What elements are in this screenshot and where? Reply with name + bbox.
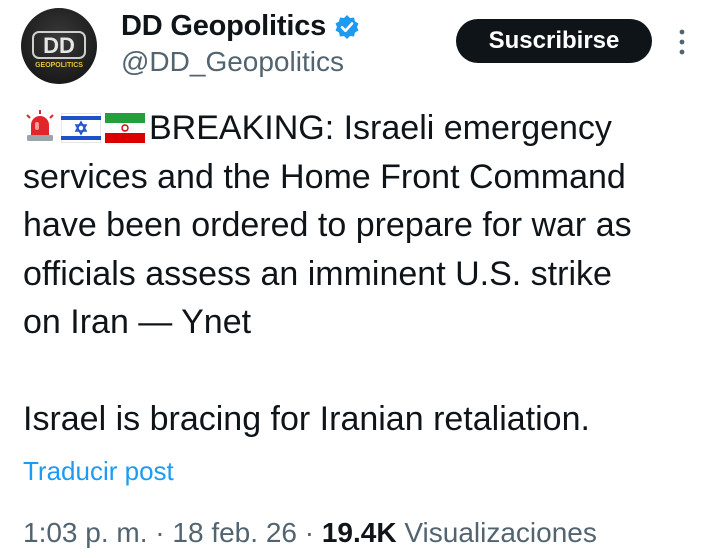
more-options-icon[interactable]: [672, 26, 692, 58]
tweet-line-3: have been ordered to prepare for war as: [23, 206, 632, 244]
views-label: Visualizaciones: [404, 517, 597, 548]
tweet-line-6: Israel is bracing for Iranian retaliatio…: [23, 400, 590, 438]
translate-post-link[interactable]: Traducir post: [23, 456, 174, 487]
svg-text:GEOPOLITICS: GEOPOLITICS: [35, 62, 83, 69]
display-name-text[interactable]: DD Geopolitics: [121, 10, 326, 43]
display-name[interactable]: DD Geopolitics: [121, 10, 360, 43]
tweet-line-5: on Iran — Ynet: [23, 303, 252, 341]
meta-separator: ·: [155, 517, 165, 548]
views-count: 19.4K: [321, 517, 397, 548]
meta-separator: ·: [304, 517, 315, 548]
post-date[interactable]: 18 feb. 26: [172, 517, 297, 548]
tweet-meta: 1:03 p. m. · 18 feb. 26 · 19.4K Visualiz…: [23, 517, 597, 549]
paragraph-break: [23, 347, 708, 396]
iran-flag-icon: [105, 108, 145, 157]
avatar[interactable]: DD GEOPOLITICS: [21, 8, 97, 84]
tweet-text: BREAKING: Israeli emergency services and…: [23, 104, 708, 444]
rotating-light-icon: [23, 108, 57, 157]
subscribe-button[interactable]: Suscribirse: [456, 19, 652, 63]
tweet-line-1-text: BREAKING: Israeli emergency: [149, 109, 612, 147]
user-handle[interactable]: @DD_Geopolitics: [121, 46, 344, 78]
tweet-line-4: officials assess an imminent U.S. strike: [23, 254, 612, 293]
tweet-line-2: services and the Home Front Command: [23, 157, 626, 196]
israel-flag-icon: [60, 108, 102, 157]
svg-text:DD: DD: [43, 33, 75, 58]
post-time[interactable]: 1:03 p. m.: [23, 517, 148, 548]
verified-badge-icon[interactable]: [334, 14, 360, 40]
tweet-line-1: BREAKING: Israeli emergency: [23, 104, 708, 153]
dd-logo-icon: DD GEOPOLITICS: [32, 31, 86, 69]
